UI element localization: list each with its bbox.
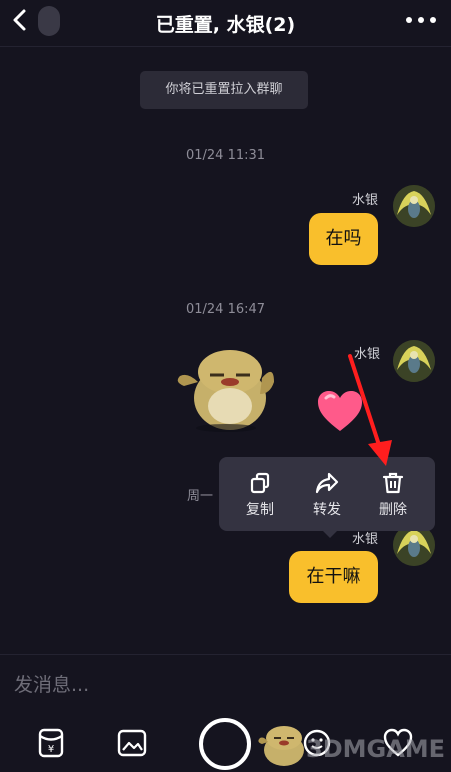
chat-title: 已重置, 水银(2) (155, 14, 296, 36)
copy-icon (250, 472, 270, 494)
message-timestamp: 01/24 16:47 (185, 302, 266, 317)
message-timestamp: 周一 (187, 489, 214, 504)
menu-item-label: 复制 (246, 502, 274, 518)
avatar[interactable] (393, 185, 435, 227)
menu-item-copy[interactable]: 复制 (230, 471, 290, 519)
svg-text:¥: ¥ (48, 744, 54, 755)
message-input[interactable]: 发消息... (14, 670, 89, 697)
menu-item-forward[interactable]: 转发 (297, 471, 357, 519)
menu-item-delete[interactable]: 删除 (363, 471, 423, 519)
camera-shutter-button[interactable] (199, 718, 251, 770)
avatar-image (393, 185, 435, 227)
message-bubble[interactable]: 在干嘛 (289, 551, 378, 603)
forward-icon (315, 472, 339, 494)
menu-item-label: 删除 (379, 502, 407, 518)
system-notice: 你将已重置拉入群聊 (140, 71, 308, 109)
menu-item-label: 转发 (313, 502, 341, 518)
watermark: 3DMGAME (306, 735, 446, 763)
sender-name: 水银 (351, 193, 378, 208)
context-menu-pointer (322, 530, 338, 538)
more-options-icon[interactable] (404, 8, 438, 32)
trash-icon (382, 472, 404, 494)
image-icon[interactable] (117, 728, 147, 758)
message-bubble[interactable]: 在吗 (309, 213, 378, 265)
red-packet-icon[interactable]: ¥ (36, 728, 66, 758)
bird-sticker-thumbnail[interactable] (256, 720, 308, 768)
annotation-arrow (348, 354, 392, 466)
message-timestamp: 01/24 11:31 (185, 148, 266, 163)
bird-sticker[interactable] (174, 342, 278, 432)
